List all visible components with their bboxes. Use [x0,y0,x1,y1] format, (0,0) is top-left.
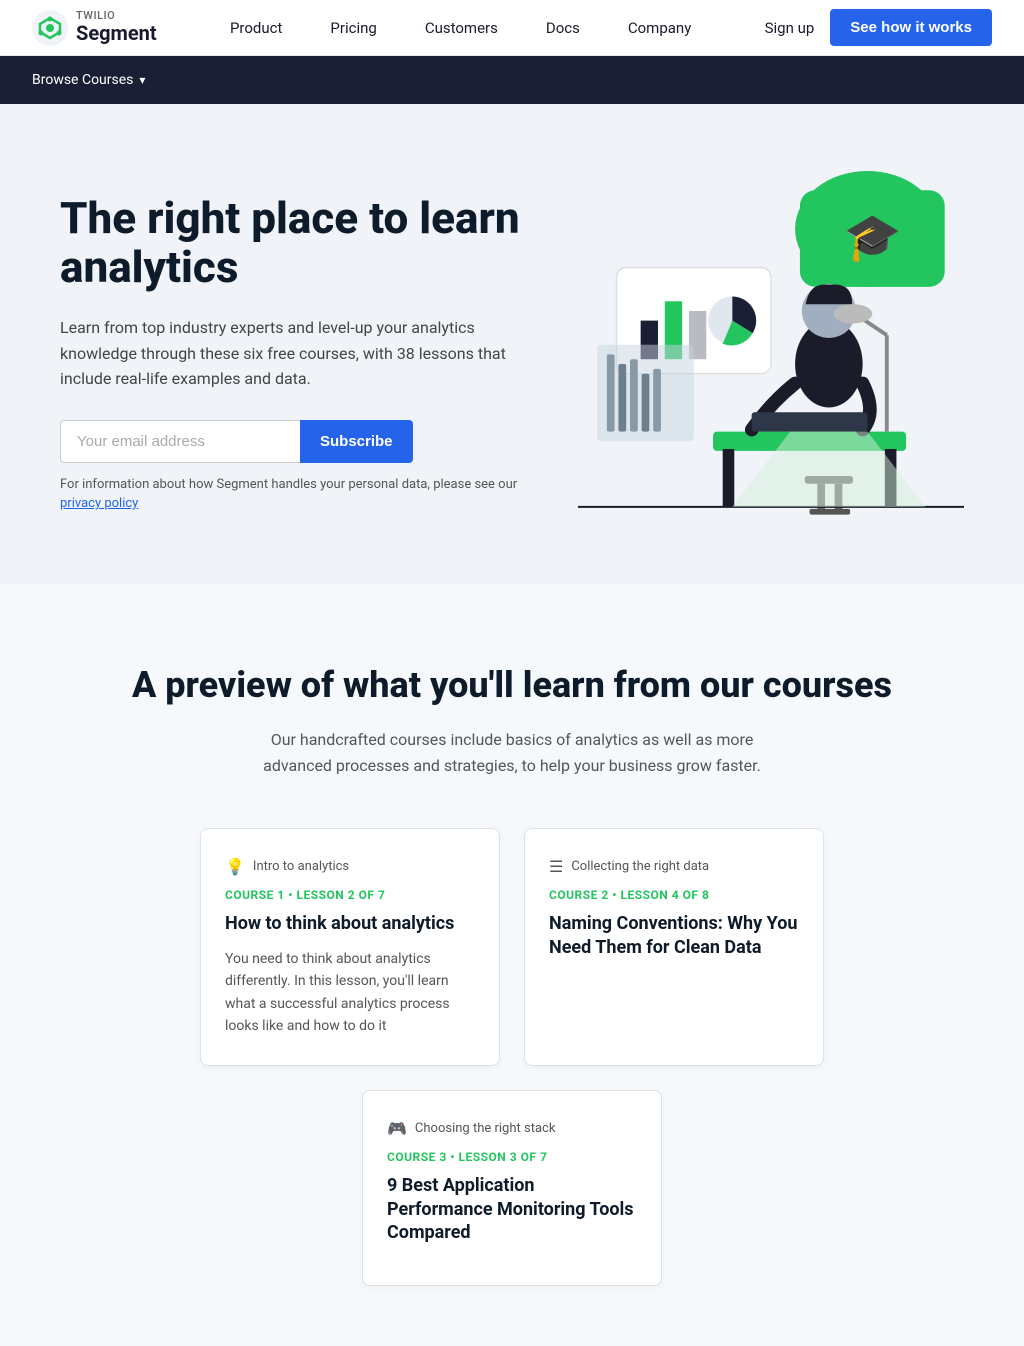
nav-customers[interactable]: Customers [401,0,522,56]
list-icon: ☰ [549,857,563,876]
subscribe-button[interactable]: Subscribe [300,420,413,463]
nav-actions: Sign up See how it works [765,9,992,46]
preview-title: A preview of what you'll learn from our … [40,664,984,707]
card-2-course-line: COURSE 2 • Lesson 4 of 8 [549,888,799,902]
browse-courses-label: Browse Courses [32,72,133,88]
card-1-title: How to think about analytics [225,912,475,935]
preview-section: A preview of what you'll learn from our … [0,584,1024,1346]
card-2-category-row: ☰ Collecting the right data [549,857,799,876]
card-1-category: Intro to analytics [253,859,349,874]
signup-link[interactable]: Sign up [765,19,815,37]
privacy-text: For information about how Segment handle… [60,475,520,514]
card-3-category: Choosing the right stack [415,1121,556,1136]
nav-product[interactable]: Product [206,0,306,56]
svg-text:🎓: 🎓 [843,211,901,265]
card-2-category: Collecting the right data [571,859,709,874]
privacy-policy-link[interactable]: privacy policy [60,496,138,511]
card-1-course-line: COURSE 1 • Lesson 2 of 7 [225,888,475,902]
stack-icon: 🎮 [387,1119,407,1138]
nav-links: Product Pricing Customers Docs Company [206,0,715,56]
navbar: TWILIO Segment Product Pricing Customers… [0,0,1024,56]
logo-product: Segment [76,21,157,45]
hero-illustration: 🎓 [520,171,964,538]
card-2-title: Naming Conventions: Why You Need Them fo… [549,912,799,959]
hero-title: The right place to learn analytics [60,194,520,291]
see-how-it-works-button[interactable]: See how it works [830,9,992,46]
card-1-description: You need to think about analytics differ… [225,948,475,1038]
hero-section: The right place to learn analytics Learn… [0,104,1024,584]
course-cards: 💡 Intro to analytics COURSE 1 • Lesson 2… [40,828,984,1285]
hero-form: Subscribe [60,420,520,463]
logo-brand: TWILIO [76,10,157,21]
lightbulb-icon: 💡 [225,857,245,876]
email-input[interactable] [60,420,300,463]
preview-description: Our handcrafted courses include basics o… [242,727,782,778]
card-3-title: 9 Best Application Performance Monitorin… [387,1174,637,1244]
course-card-1[interactable]: 💡 Intro to analytics COURSE 1 • Lesson 2… [200,828,500,1066]
nav-company[interactable]: Company [604,0,715,56]
course-card-3[interactable]: 🎮 Choosing the right stack COURSE 3 • Le… [362,1090,662,1285]
logo[interactable]: TWILIO Segment [32,10,157,46]
card-3-course-line: COURSE 3 • Lesson 3 of 7 [387,1150,637,1164]
course-card-2[interactable]: ☰ Collecting the right data COURSE 2 • L… [524,828,824,1066]
browse-bar: Browse Courses ▾ [0,56,1024,104]
nav-pricing[interactable]: Pricing [306,0,400,56]
hero-description: Learn from top industry experts and leve… [60,315,520,392]
card-3-category-row: 🎮 Choosing the right stack [387,1119,637,1138]
browse-courses-dropdown[interactable]: Browse Courses ▾ [32,72,145,88]
nav-docs[interactable]: Docs [522,0,604,56]
hero-content: The right place to learn analytics Learn… [60,194,520,514]
chevron-down-icon: ▾ [139,73,145,87]
card-1-category-row: 💡 Intro to analytics [225,857,475,876]
